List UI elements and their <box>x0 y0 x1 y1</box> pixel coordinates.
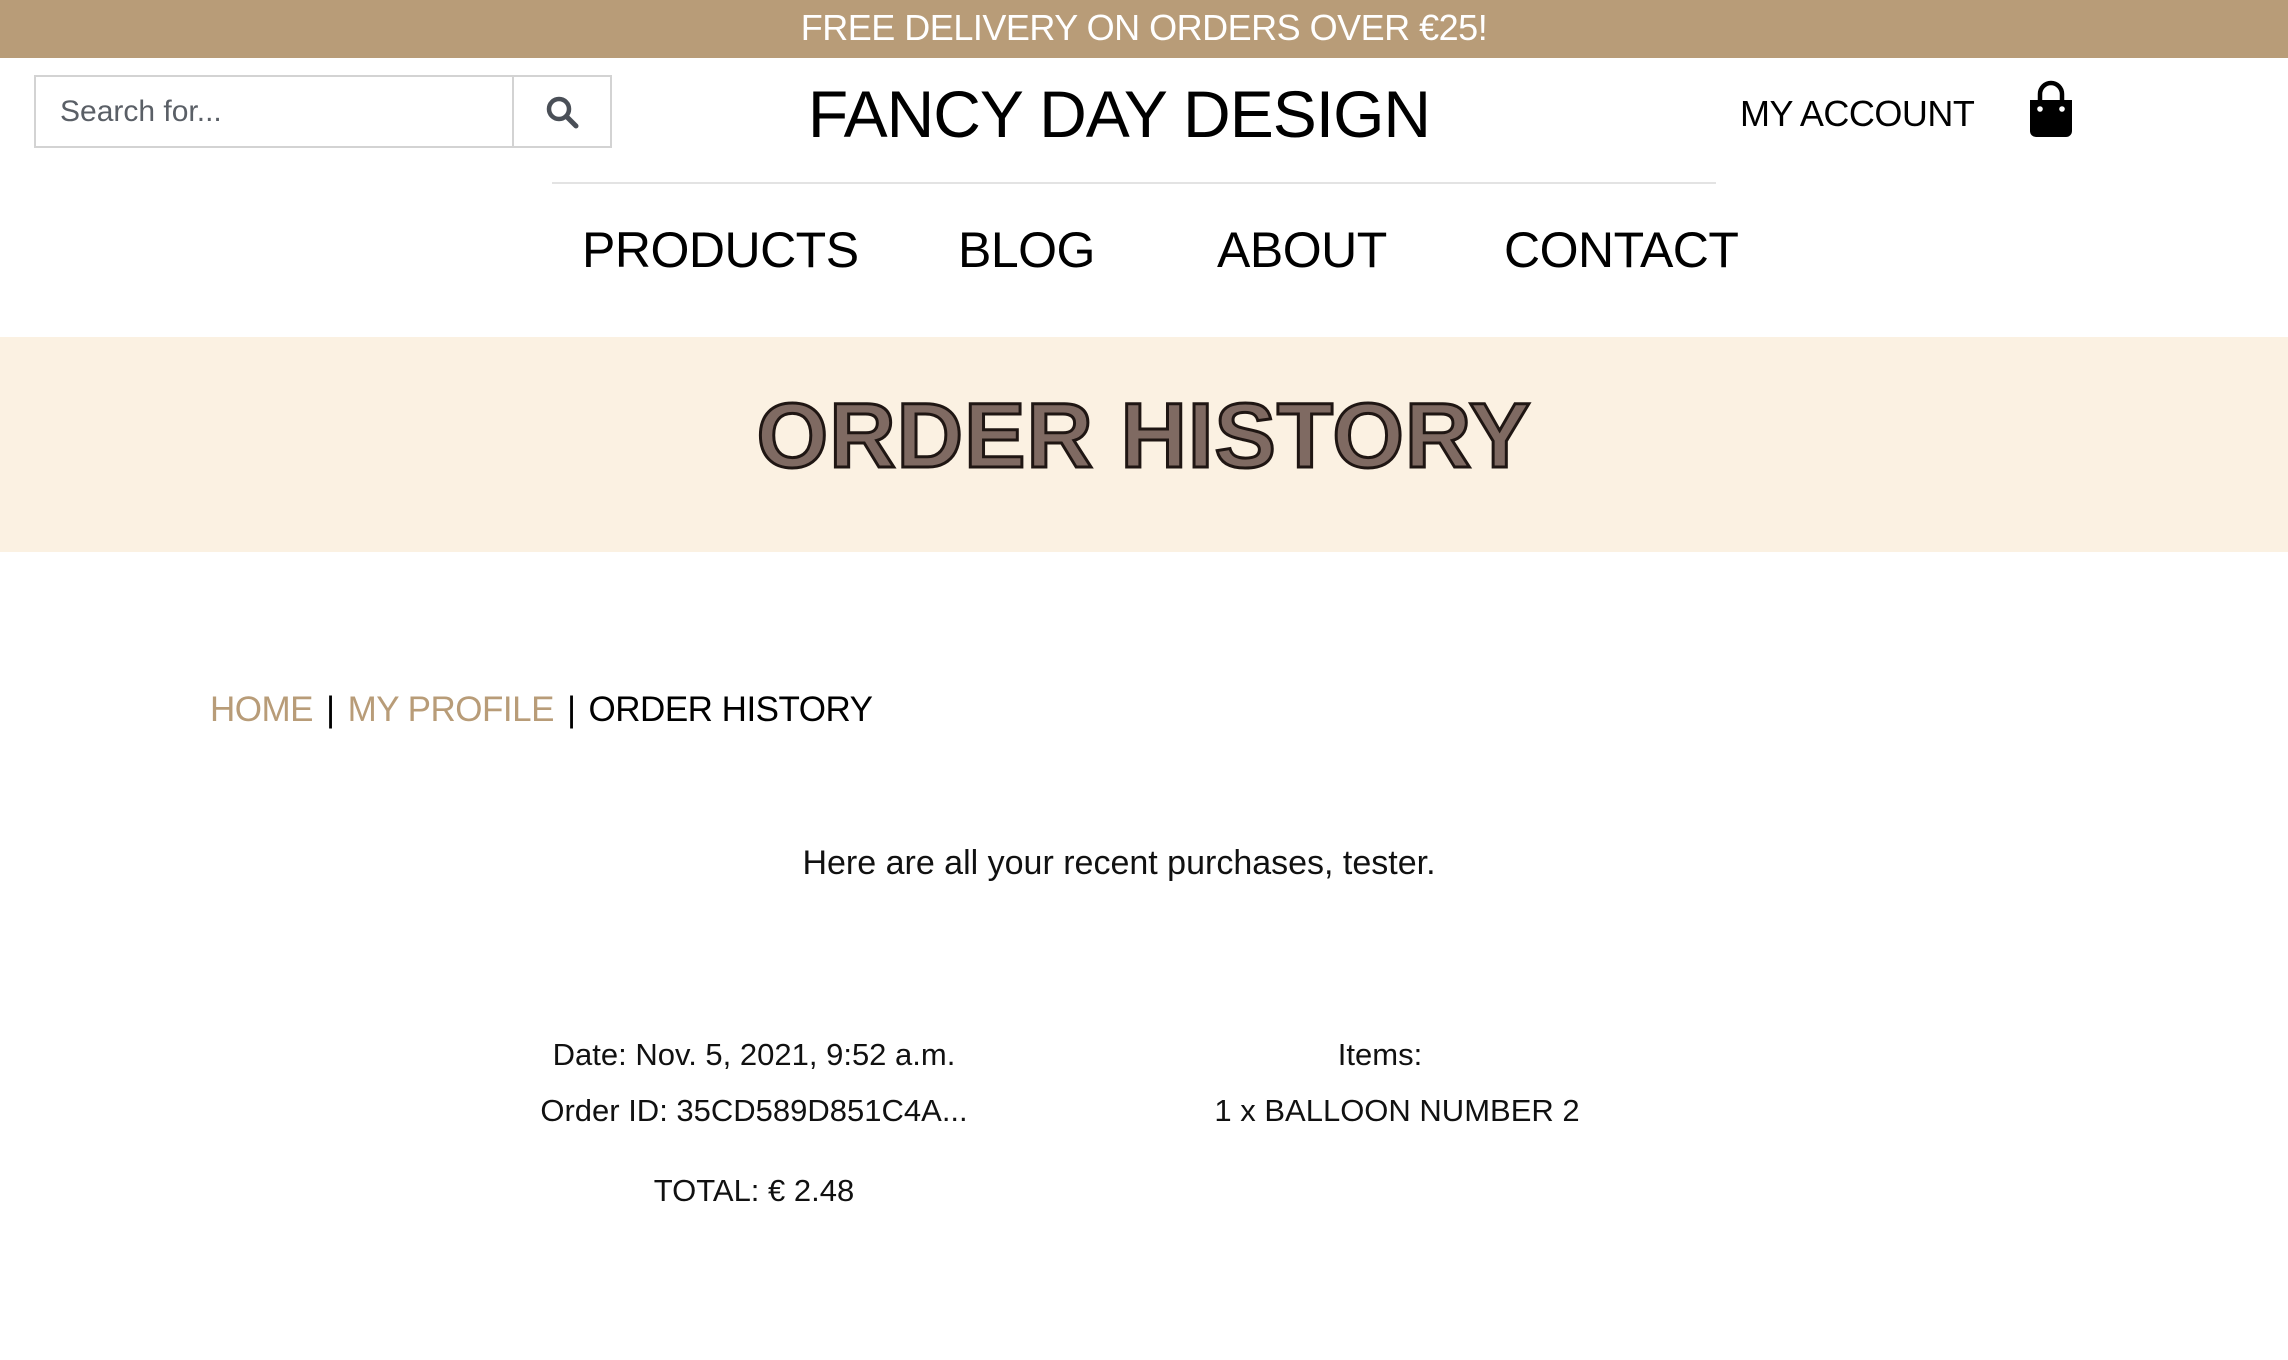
order-item: 1 x BALLOON NUMBER 2 <box>1214 1093 1580 1128</box>
order-items-label: Items: <box>1337 1037 1423 1072</box>
shopping-bag-button[interactable] <box>2026 80 2076 138</box>
breadcrumb-separator: | <box>566 690 576 729</box>
search-form <box>34 75 612 148</box>
breadcrumb-home-link[interactable]: HOME <box>210 690 314 729</box>
nav-item-contact[interactable]: CONTACT <box>1504 216 1739 284</box>
order-total: TOTAL: € 2.48 <box>653 1173 855 1208</box>
order-id-link[interactable]: Order ID: 35CD589D851C4A... <box>454 1086 1054 1142</box>
site-logo[interactable]: FANCY DAY DESIGN <box>560 70 1678 158</box>
nav-item-products[interactable]: PRODUCTS <box>582 216 859 284</box>
breadcrumb-separator: | <box>326 690 335 729</box>
promo-text: FREE DELIVERY ON ORDERS OVER €25! <box>800 7 1488 48</box>
my-account-link[interactable]: MY ACCOUNT <box>1740 88 1975 140</box>
order-summary: Date: Nov. 5, 2021, 9:52 a.m. Order ID: … <box>454 1030 1054 1222</box>
shopping-bag-icon <box>2030 80 2072 137</box>
breadcrumb-current: ORDER HISTORY <box>588 690 873 729</box>
order-items: Items: 1 x BALLOON NUMBER 2 <box>1140 1030 1620 1142</box>
nav-item-about[interactable]: ABOUT <box>1217 216 1387 284</box>
breadcrumb: HOME | MY PROFILE | ORDER HISTORY <box>210 684 873 736</box>
order-history-intro: Here are all your recent purchases, test… <box>802 844 1436 882</box>
page-title: ORDER HISTORY <box>755 384 1532 489</box>
order-date: Date: Nov. 5, 2021, 9:52 a.m. <box>552 1037 956 1072</box>
breadcrumb-profile-link[interactable]: MY PROFILE <box>348 690 555 729</box>
search-input[interactable] <box>36 77 512 146</box>
promo-banner: FREE DELIVERY ON ORDERS OVER €25! <box>0 0 2288 58</box>
nav-item-blog[interactable]: BLOG <box>958 216 1095 284</box>
nav-divider <box>552 182 1716 184</box>
